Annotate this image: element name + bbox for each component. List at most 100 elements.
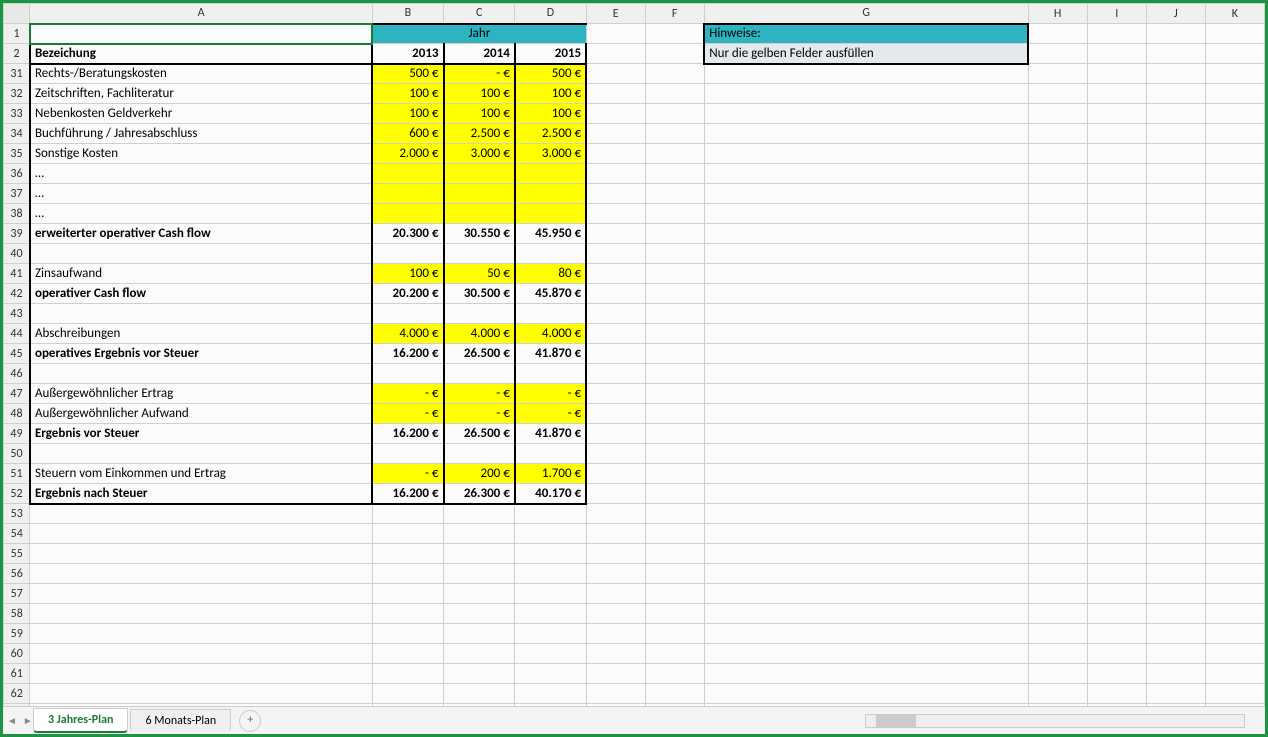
cell-value[interactable] [515,364,586,384]
cell-label[interactable]: Ergebnis vor Steuer [30,424,372,444]
cell[interactable] [1028,384,1087,404]
cell[interactable] [1205,44,1264,64]
cell[interactable] [1146,204,1205,224]
cell-value[interactable]: 20.200 € [372,284,443,304]
cell[interactable] [645,504,704,524]
col-header-H[interactable]: H [1028,4,1087,24]
cell[interactable] [645,64,704,84]
cell[interactable] [1028,284,1087,304]
cell[interactable] [704,604,1028,624]
col-header-I[interactable]: I [1087,4,1146,24]
row-header[interactable]: 57 [4,584,30,604]
cell[interactable] [586,344,645,364]
cell-value[interactable]: 1.700 € [515,464,586,484]
cell[interactable] [1087,564,1146,584]
row-header[interactable]: 46 [4,364,30,384]
cell[interactable] [1146,484,1205,504]
cell-label[interactable]: erweiterter operativer Cash flow [30,224,372,244]
cell-label[interactable]: Sonstige Kosten [30,144,372,164]
cell[interactable] [1028,604,1087,624]
row-header[interactable]: 1 [4,24,30,44]
cell-value[interactable]: 16.200 € [372,424,443,444]
cell[interactable] [1087,124,1146,144]
cell[interactable] [704,404,1028,424]
col-header-F[interactable]: F [645,4,704,24]
cell-label[interactable]: … [30,164,372,184]
cell[interactable] [645,164,704,184]
select-all-corner[interactable] [4,4,30,24]
cell[interactable] [704,284,1028,304]
tab-prev-icon[interactable]: ◄ [7,714,17,727]
cell[interactable] [1205,104,1264,124]
cell[interactable] [586,644,645,664]
col-header-K[interactable]: K [1205,4,1264,24]
cell-value[interactable]: - € [372,464,443,484]
cell[interactable] [444,644,515,664]
cell[interactable] [30,684,372,704]
row-header[interactable]: 56 [4,564,30,584]
cell[interactable] [1146,104,1205,124]
cell[interactable] [704,524,1028,544]
cell[interactable] [444,624,515,644]
cell[interactable] [1205,224,1264,244]
cell[interactable] [586,84,645,104]
cell[interactable] [444,544,515,564]
cell[interactable] [645,264,704,284]
cell[interactable] [586,144,645,164]
cell-value[interactable]: - € [515,384,586,404]
cell[interactable] [645,144,704,164]
cell[interactable] [1028,24,1087,44]
cell-value[interactable] [515,204,586,224]
cell-label[interactable]: Buchführung / Jahresabschluss [30,124,372,144]
row-header[interactable]: 60 [4,644,30,664]
cell[interactable] [704,204,1028,224]
cell[interactable] [704,544,1028,564]
cell[interactable] [1087,164,1146,184]
cell[interactable] [1028,664,1087,684]
cell[interactable] [1087,224,1146,244]
cell[interactable] [1087,24,1146,44]
cell[interactable] [1028,264,1087,284]
cell[interactable] [1028,104,1087,124]
cell[interactable] [1028,164,1087,184]
cell[interactable] [1205,144,1264,164]
cell[interactable] [645,644,704,664]
cell[interactable] [586,184,645,204]
cell[interactable] [1146,564,1205,584]
cell[interactable] [1146,384,1205,404]
cell[interactable] [586,264,645,284]
cell[interactable] [586,304,645,324]
cell[interactable] [1087,504,1146,524]
cell[interactable] [1205,444,1264,464]
cell[interactable] [515,664,586,684]
row-header[interactable]: 33 [4,104,30,124]
cell[interactable] [645,424,704,444]
cell[interactable] [1087,304,1146,324]
cell[interactable] [1087,604,1146,624]
cell[interactable] [704,364,1028,384]
cell-value[interactable]: 2.500 € [444,124,515,144]
cell[interactable] [515,504,586,524]
cell-label[interactable]: Nebenkosten Geldverkehr [30,104,372,124]
cell[interactable] [1028,624,1087,644]
cell[interactable] [1087,144,1146,164]
cell[interactable] [1146,64,1205,84]
cell-value[interactable] [444,444,515,464]
cell[interactable] [704,124,1028,144]
cell[interactable] [515,544,586,564]
row-header[interactable]: 51 [4,464,30,484]
cell[interactable] [1205,644,1264,664]
cell[interactable] [1205,324,1264,344]
cell[interactable] [704,684,1028,704]
cell[interactable] [1028,564,1087,584]
cell[interactable] [586,64,645,84]
row-header[interactable]: 53 [4,504,30,524]
cell[interactable] [645,204,704,224]
cell-label[interactable]: operatives Ergebnis vor Steuer [30,344,372,364]
cell-value[interactable]: 26.500 € [444,344,515,364]
cell[interactable] [586,244,645,264]
cell-value[interactable]: 30.550 € [444,224,515,244]
cell-value[interactable]: 41.870 € [515,344,586,364]
scrollbar-thumb[interactable] [876,715,916,727]
cell[interactable] [1205,524,1264,544]
